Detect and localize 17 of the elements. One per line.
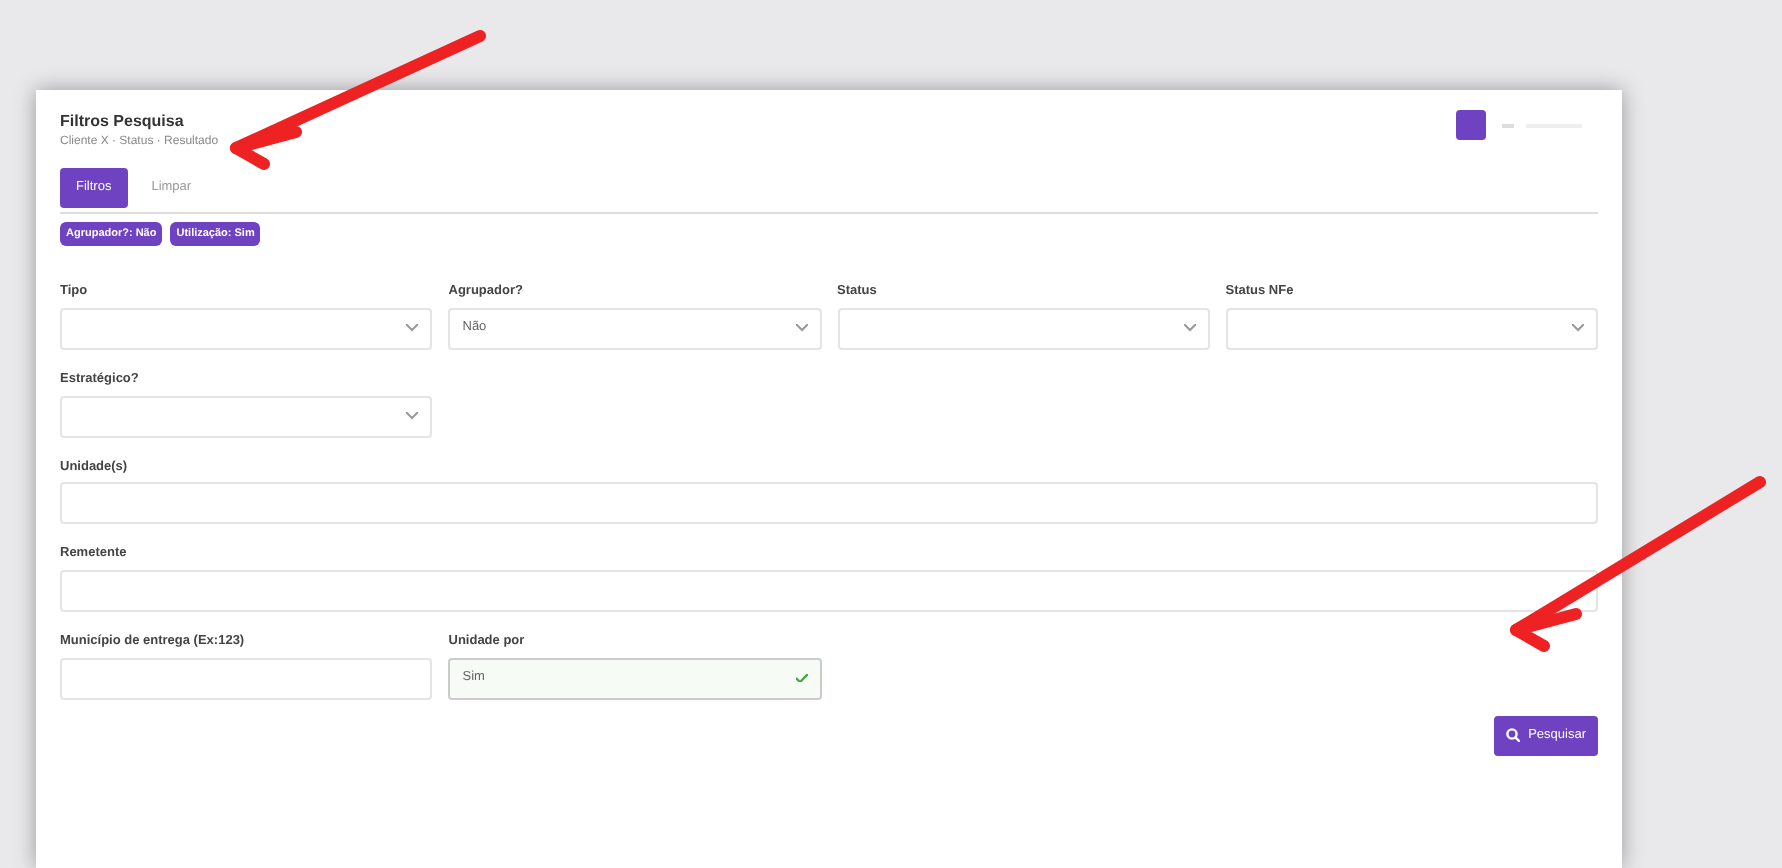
caret-icon [1572,324,1584,333]
caret-icon [1183,324,1196,333]
caret-icon [406,412,419,420]
select-field[interactable] [1225,307,1598,350]
input-field[interactable] [60,482,1598,525]
input-field[interactable] [60,570,1598,612]
search-icon [1506,728,1521,743]
select-field[interactable] [60,307,433,350]
toolbar-icon[interactable] [1502,119,1582,131]
caret-icon [406,324,419,333]
panel-title: Filtros Pesquisa [60,110,186,134]
menu-button[interactable] [1456,110,1486,140]
select-field[interactable] [837,307,1210,350]
check-icon [795,674,807,683]
select-field[interactable] [60,395,433,437]
input-field[interactable] [60,657,433,700]
caret-icon [795,324,807,333]
